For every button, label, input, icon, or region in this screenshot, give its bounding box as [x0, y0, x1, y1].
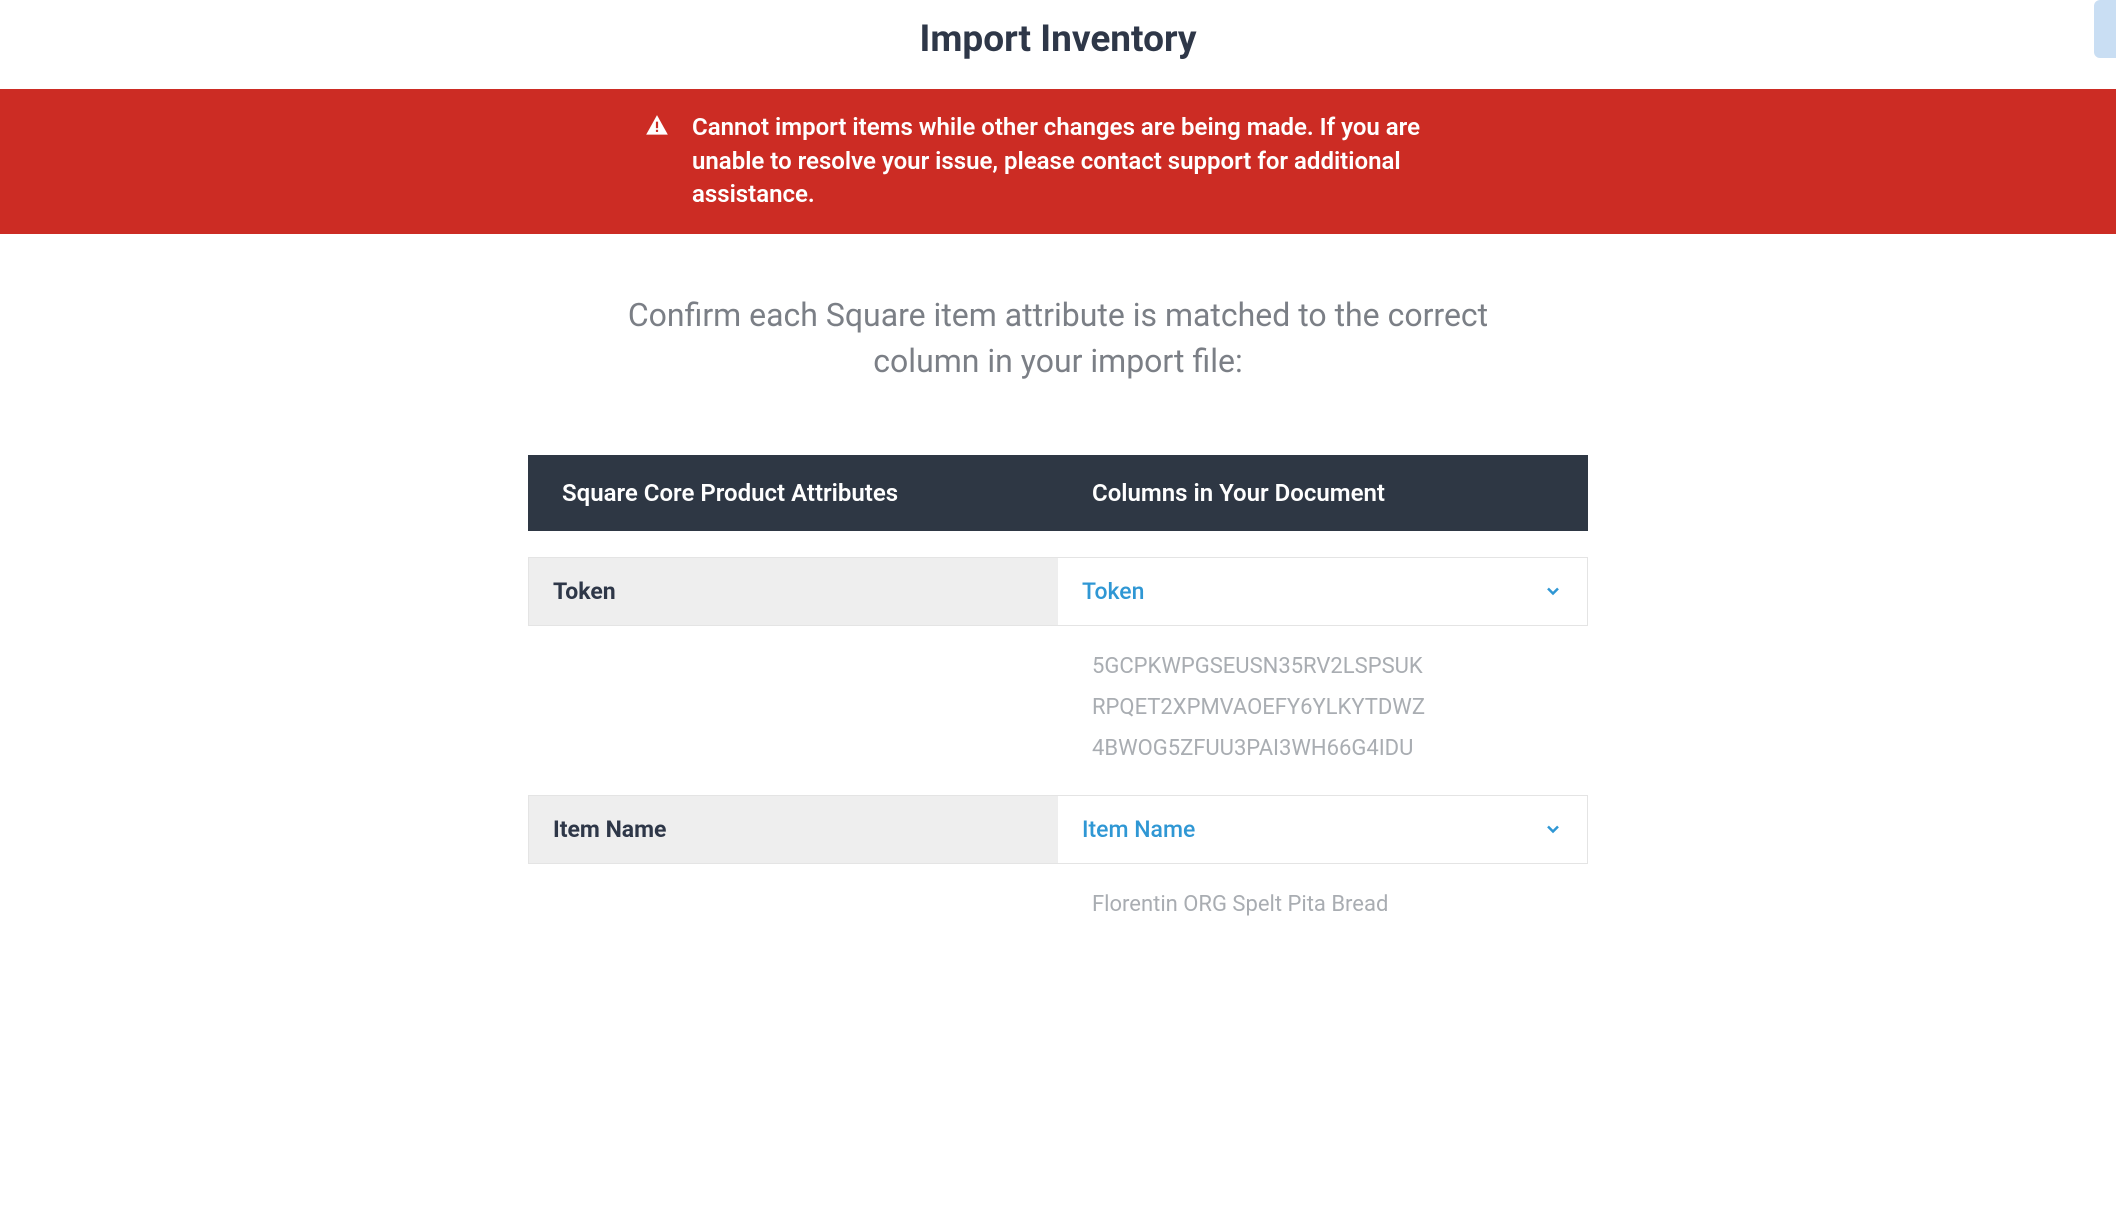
- page-header: Import Inventory: [0, 0, 2116, 89]
- scrollbar-stub[interactable]: [2094, 0, 2116, 58]
- chevron-down-icon: [1543, 819, 1563, 839]
- sample-values: 5GCPKWPGSEUSN35RV2LSPSUK RPQET2XPMVAOEFY…: [1058, 626, 1588, 769]
- column-select[interactable]: Item Name: [1058, 796, 1587, 863]
- attribute-block: Token Token 5GCPKWPGSEUSN35RV2LSPSUK RPQ…: [528, 557, 1588, 769]
- attribute-row: Token Token: [528, 557, 1588, 626]
- instruction-text: Confirm each Square item attribute is ma…: [608, 292, 1508, 385]
- sample-value: Florentin ORG Spelt Pita Bread: [1058, 884, 1588, 925]
- warning-icon: [644, 113, 670, 139]
- sample-value: RPQET2XPMVAOEFY6YLKYTDWZ: [1058, 687, 1588, 728]
- column-header-document: Columns in Your Document: [1058, 455, 1588, 531]
- sample-value: 5GCPKWPGSEUSN35RV2LSPSUK: [1058, 646, 1588, 687]
- chevron-down-icon: [1543, 581, 1563, 601]
- alert-message: Cannot import items while other changes …: [692, 111, 1472, 212]
- attribute-block: Item Name Item Name Florentin ORG Spelt …: [528, 795, 1588, 925]
- select-value: Token: [1082, 578, 1144, 605]
- column-select[interactable]: Token: [1058, 558, 1587, 625]
- sample-value: 4BWOG5ZFUU3PAI3WH66G4IDU: [1058, 728, 1588, 769]
- sample-values: Florentin ORG Spelt Pita Bread: [1058, 864, 1588, 925]
- select-value: Item Name: [1082, 816, 1195, 843]
- attribute-row: Item Name Item Name: [528, 795, 1588, 864]
- page-title: Import Inventory: [0, 18, 2116, 61]
- attribute-label: Item Name: [529, 796, 1058, 863]
- error-alert: Cannot import items while other changes …: [0, 89, 2116, 234]
- main-content: Confirm each Square item attribute is ma…: [508, 292, 1608, 925]
- mapping-table-header: Square Core Product Attributes Columns i…: [528, 455, 1588, 531]
- column-header-attributes: Square Core Product Attributes: [528, 455, 1058, 531]
- attribute-label: Token: [529, 558, 1058, 625]
